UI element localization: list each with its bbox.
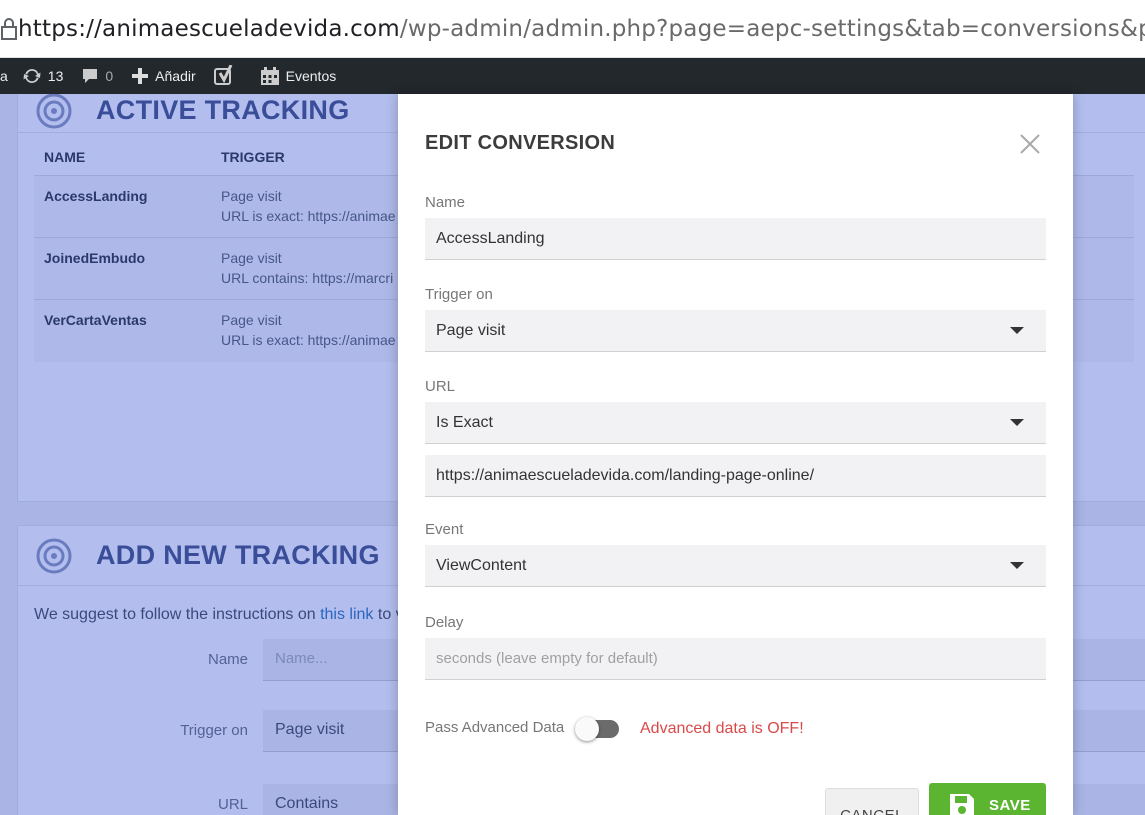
updates-item[interactable]: 13 — [22, 58, 64, 94]
events-item[interactable]: Eventos — [260, 58, 337, 94]
close-icon[interactable] — [1018, 132, 1042, 156]
updates-icon — [23, 68, 41, 84]
edit-conversion-modal: EDIT CONVERSION Name AccessLanding Trigg… — [398, 94, 1073, 815]
yoast-item[interactable] — [213, 58, 242, 94]
pass-advanced-label: Pass Advanced Data — [425, 719, 565, 736]
name-input[interactable]: AccessLanding — [425, 218, 1046, 260]
chevron-down-icon — [1010, 562, 1024, 569]
advanced-data-status: Advanced data is OFF! — [640, 720, 804, 737]
cancel-label: CANCEL — [840, 806, 904, 815]
comments-item[interactable]: 0 — [81, 58, 113, 94]
comments-count: 0 — [105, 68, 114, 84]
trigger-label: Trigger on — [425, 286, 493, 303]
add-new-label: Añadir — [155, 68, 196, 84]
plus-icon — [132, 68, 149, 84]
pass-advanced-toggle[interactable] — [575, 717, 619, 741]
lock-icon — [0, 17, 18, 41]
calendar-icon — [260, 67, 279, 85]
browser-url-bar[interactable]: https://animaescueladevida.com/wp-admin/… — [0, 0, 1145, 58]
chevron-down-icon — [1010, 419, 1024, 426]
url-label: URL — [425, 378, 456, 395]
url-input[interactable]: https://animaescueladevida.com/landing-p… — [425, 455, 1046, 497]
site-name-fragment[interactable]: a — [0, 58, 8, 94]
wp-admin-bar: a 13 0 Añadir Eventos — [0, 58, 1145, 94]
url-path: /wp-admin/admin.php?page=aepc-settings&t… — [399, 15, 1145, 42]
event-value: ViewContent — [436, 556, 527, 574]
floppy-disk-icon — [950, 793, 974, 815]
save-label: SAVE — [989, 797, 1031, 814]
trigger-select[interactable]: Page visit — [425, 310, 1046, 352]
comment-icon — [83, 69, 98, 83]
delay-label: Delay — [425, 614, 464, 631]
toggle-knob — [575, 717, 599, 741]
event-label: Event — [425, 521, 464, 538]
cancel-button[interactable]: CANCEL — [825, 788, 919, 815]
url-match-value: Is Exact — [436, 413, 493, 431]
trigger-value: Page visit — [436, 321, 506, 339]
event-select[interactable]: ViewContent — [425, 545, 1046, 587]
url-text[interactable]: https://animaescueladevida.com/wp-admin/… — [18, 16, 1145, 42]
site-name-label: a — [0, 68, 8, 84]
events-label: Eventos — [285, 68, 337, 84]
save-button[interactable]: SAVE — [929, 783, 1046, 815]
yoast-icon — [213, 65, 232, 85]
delay-input[interactable]: seconds (leave empty for default) — [425, 638, 1046, 680]
updates-count: 13 — [47, 68, 64, 84]
modal-title: EDIT CONVERSION — [425, 132, 616, 154]
chevron-down-icon — [1010, 327, 1024, 334]
url-host: https://animaescueladevida.com — [18, 15, 400, 42]
name-label: Name — [425, 194, 466, 211]
add-new-item[interactable]: Añadir — [131, 58, 196, 94]
url-match-select[interactable]: Is Exact — [425, 402, 1046, 444]
